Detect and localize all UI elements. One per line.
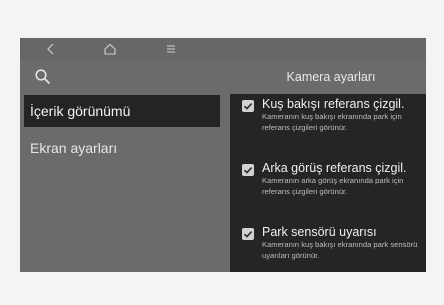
option-description: Kameranın kuş bakışı ekranında park sens… bbox=[262, 240, 418, 260]
checkbox[interactable] bbox=[242, 100, 254, 112]
home-button[interactable] bbox=[99, 40, 121, 58]
menu-button[interactable] bbox=[160, 40, 182, 58]
infotainment-screen: İçerik görünümü Ekran ayarları Kamera ay… bbox=[20, 38, 426, 272]
back-button[interactable] bbox=[40, 40, 62, 58]
option-description: Kameranın kuş bakışı ekranında park için… bbox=[262, 112, 402, 132]
back-icon bbox=[47, 43, 54, 55]
camera-settings-panel: Kuş bakışı referans çizgil. Kameranın ku… bbox=[230, 94, 426, 272]
home-icon bbox=[104, 43, 116, 55]
menu-item-display-settings[interactable]: Ekran ayarları bbox=[24, 132, 220, 164]
checkbox[interactable] bbox=[242, 228, 254, 240]
menu-item-content-view[interactable]: İçerik görünümü bbox=[24, 95, 220, 127]
option-label: Park sensörü uyarısı bbox=[262, 225, 377, 239]
settings-menu: İçerik görünümü Ekran ayarları bbox=[20, 60, 230, 272]
checkbox[interactable] bbox=[242, 164, 254, 176]
top-bar bbox=[20, 38, 426, 60]
option-description: Kameranın arka görüş ekranında park için… bbox=[262, 176, 404, 196]
search-button[interactable] bbox=[34, 68, 52, 86]
option-label: Kuş bakışı referans çizgil. bbox=[262, 97, 405, 111]
option-label: Arka görüş referans çizgil. bbox=[262, 161, 407, 175]
checkmark-icon bbox=[243, 103, 253, 110]
checkmark-icon bbox=[243, 167, 253, 174]
menu-icon bbox=[167, 45, 175, 53]
page-title: Kamera ayarları bbox=[286, 70, 376, 84]
checkmark-icon bbox=[243, 231, 253, 238]
search-icon bbox=[35, 69, 51, 85]
